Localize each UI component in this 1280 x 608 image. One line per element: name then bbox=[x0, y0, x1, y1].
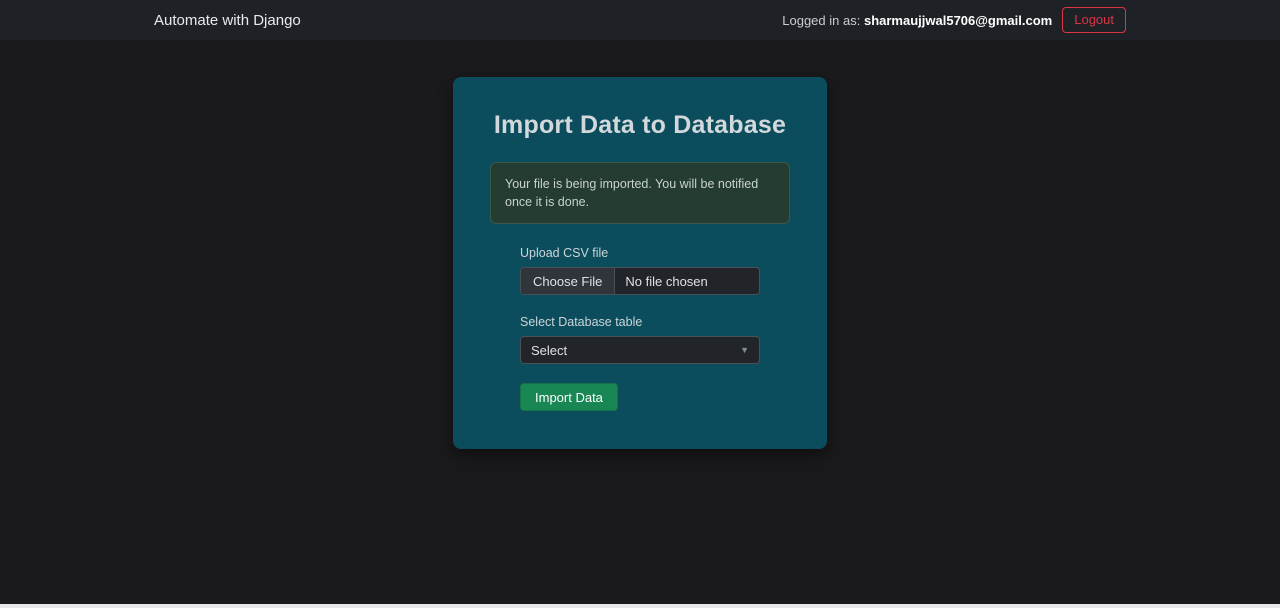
logout-button[interactable]: Logout bbox=[1062, 7, 1126, 33]
csv-file-input[interactable]: Choose File No file chosen bbox=[520, 267, 760, 296]
brand-link[interactable]: Automate with Django bbox=[154, 12, 301, 29]
select-table-field: Select Database table Select ▼ bbox=[520, 315, 760, 365]
main-content: Import Data to Database Your file is bei… bbox=[0, 40, 1280, 450]
navbar: Automate with Django Logged in as: sharm… bbox=[0, 0, 1280, 40]
choose-file-button[interactable]: Choose File bbox=[521, 268, 616, 295]
import-data-card: Import Data to Database Your file is bei… bbox=[453, 77, 827, 450]
navbar-right: Logged in as: sharmaujjwal5706@gmail.com… bbox=[782, 7, 1126, 33]
page-title: Import Data to Database bbox=[493, 111, 787, 139]
database-table-select[interactable]: Select ▼ bbox=[520, 336, 760, 365]
logged-in-text: Logged in as: sharmaujjwal5706@gmail.com bbox=[782, 13, 1052, 28]
user-email: sharmaujjwal5706@gmail.com bbox=[863, 12, 1053, 28]
horizontal-scrollbar-track[interactable] bbox=[0, 604, 1280, 608]
file-chosen-status: No file chosen bbox=[625, 273, 708, 289]
select-table-label: Select Database table bbox=[520, 315, 643, 330]
upload-csv-field: Upload CSV file Choose File No file chos… bbox=[520, 246, 760, 296]
import-data-button[interactable]: Import Data bbox=[520, 383, 618, 412]
upload-csv-label: Upload CSV file bbox=[520, 246, 609, 261]
import-status-alert: Your file is being imported. You will be… bbox=[490, 162, 790, 225]
select-value: Select bbox=[531, 342, 568, 358]
import-form: Upload CSV file Choose File No file chos… bbox=[520, 246, 760, 412]
chevron-down-icon: ▼ bbox=[740, 344, 749, 355]
logged-in-label: Logged in as: bbox=[782, 12, 861, 28]
